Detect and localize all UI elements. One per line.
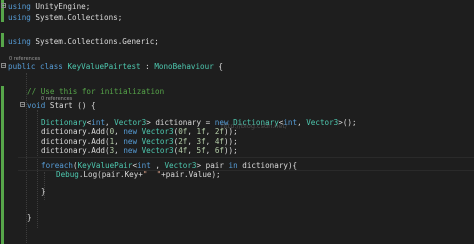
change-bar: [1, 33, 4, 47]
code-text: dictionary.Add(: [41, 146, 110, 155]
code-line[interactable]: void Start () {: [27, 100, 96, 111]
number: 0f: [178, 127, 188, 136]
keyword: new: [123, 127, 138, 136]
watermark: http://blog.csdn.net/: [221, 122, 288, 130]
code-editor[interactable]: − − − using UnityEngine; using System.Co…: [0, 0, 474, 244]
number: 6f: [214, 146, 224, 155]
string-literal: " ": [142, 170, 162, 179]
number: 4f: [178, 146, 188, 155]
collapse-toggle[interactable]: −: [1, 63, 6, 69]
code-text: UnityEngine;: [30, 2, 91, 11]
keyword: new: [123, 146, 138, 155]
code-line[interactable]: Debug.Log(pair.Key+" "+pair.Value);: [56, 169, 221, 180]
code-line[interactable]: }: [41, 186, 46, 197]
code-text: ,: [114, 146, 124, 155]
code-text: dictionary.Add(: [41, 127, 110, 136]
code-line[interactable]: public class KeyValuePairtest : MonoBeha…: [8, 61, 223, 72]
type-name: Vector3: [141, 146, 174, 155]
code-text: {: [213, 62, 223, 71]
code-text: +pair.Value);: [161, 170, 221, 179]
code-line[interactable]: dictionary.Add(3, new Vector3(4f, 5f, 6f…: [41, 145, 238, 156]
type-name: Vector3: [141, 127, 174, 136]
number: 5f: [196, 146, 206, 155]
code-text: ,: [187, 127, 197, 136]
keyword: using: [8, 13, 31, 22]
code-text: }: [27, 213, 32, 222]
code-text: :: [140, 62, 155, 71]
change-bar: [1, 86, 4, 244]
code-text: System.Collections;: [30, 13, 123, 22]
code-line[interactable]: using System.Collections.Generic;: [8, 36, 159, 47]
keyword: public: [8, 62, 36, 71]
code-text: ,: [114, 127, 124, 136]
type-name: Debug: [56, 170, 79, 179]
code-text: .Log(pair.Key+: [78, 170, 143, 179]
code-text: }: [41, 187, 46, 196]
type-name: MonoBehaviour: [154, 62, 214, 71]
keyword: using: [8, 37, 31, 46]
code-text: ,: [205, 146, 215, 155]
code-text: ,: [187, 146, 197, 155]
collapse-toggle[interactable]: −: [1, 3, 6, 9]
code-text: dictionary){: [237, 161, 298, 170]
code-text: >();: [338, 118, 357, 127]
type-name: KeyValuePairtest: [67, 62, 141, 71]
type-name: Vector3: [306, 118, 339, 127]
collapse-toggle[interactable]: −: [20, 102, 25, 108]
code-line[interactable]: using UnityEngine;: [8, 1, 90, 12]
keyword: void: [27, 101, 46, 110]
keyword: using: [8, 2, 31, 11]
number: 1f: [196, 127, 206, 136]
keyword: in: [228, 161, 238, 170]
code-text: ,: [297, 118, 307, 127]
code-line[interactable]: using System.Collections;: [8, 12, 122, 23]
code-text: ,: [205, 127, 215, 136]
code-line[interactable]: }: [27, 212, 32, 223]
code-text: ));: [223, 146, 238, 155]
code-text: System.Collections.Generic;: [30, 37, 159, 46]
keyword: class: [40, 62, 63, 71]
code-text: Start () {: [45, 101, 96, 110]
